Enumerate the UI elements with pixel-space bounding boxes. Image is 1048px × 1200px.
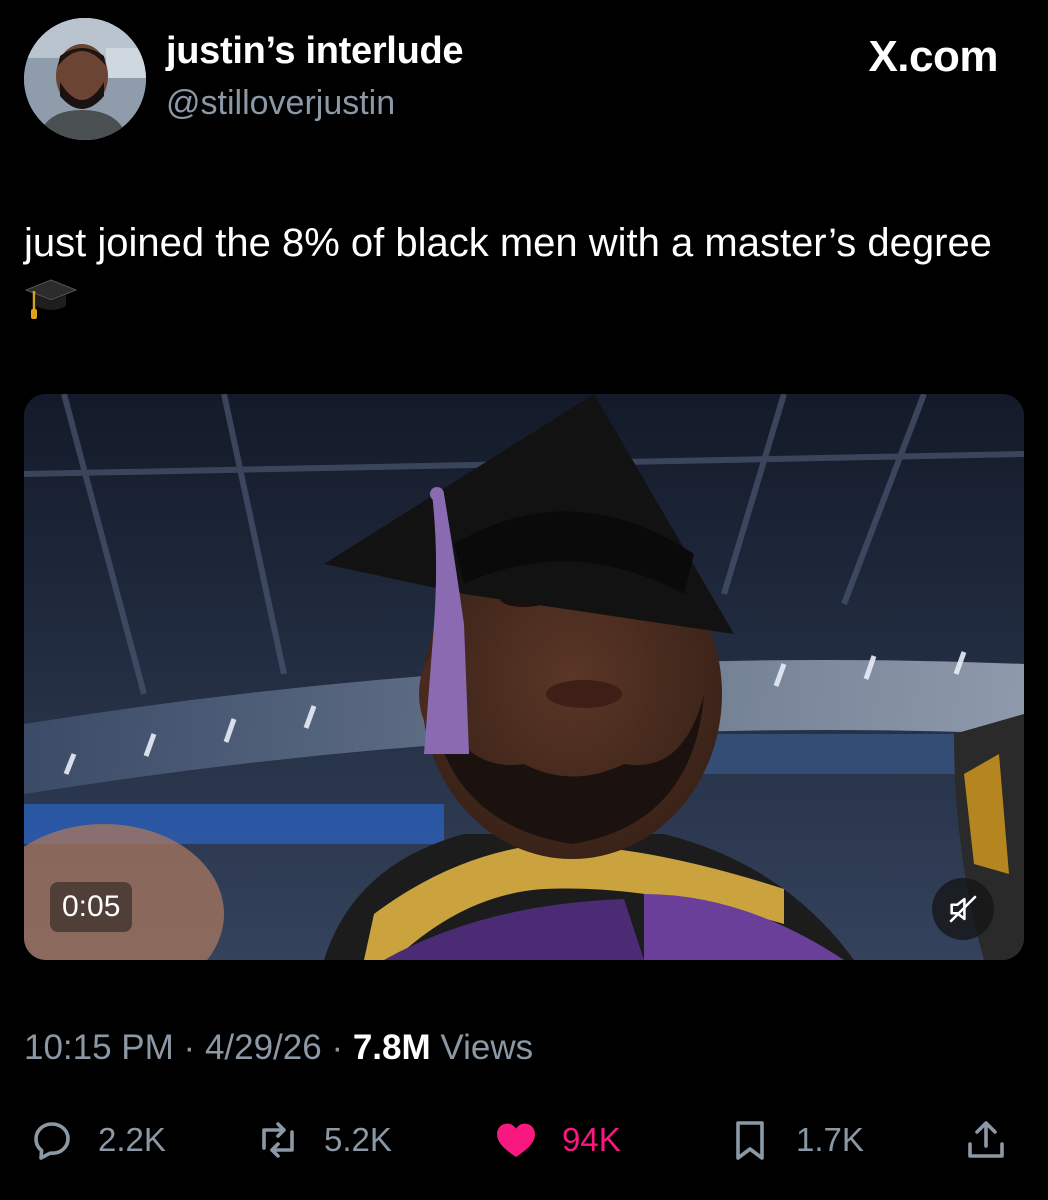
views-count: 7.8M [352,1028,431,1067]
tweet-time[interactable]: 10:15 PM [24,1028,174,1067]
repost-button[interactable]: 5.2K [254,1110,392,1170]
like-button[interactable]: 94K [492,1110,621,1170]
mute-button[interactable] [932,878,994,940]
meta-separator: · [331,1028,344,1067]
author-display-name[interactable]: justin’s interlude [166,30,464,73]
video-player[interactable]: 0:05 [24,394,1024,960]
repost-count: 5.2K [324,1121,392,1158]
tweet-card: justin’s interlude @stilloverjustin X.co… [0,0,1048,1200]
site-label: X.com [868,32,998,81]
tweet-meta: 10:15 PM · 4/29/26 · 7.8M Views [24,1028,533,1068]
tweet-date[interactable]: 4/29/26 [205,1028,322,1067]
bookmark-count: 1.7K [796,1121,864,1158]
like-count: 94K [562,1121,621,1158]
tweet-body: just joined the 8% of black men with a m… [24,221,992,265]
meta-separator: · [183,1028,196,1067]
reply-icon [34,1122,70,1160]
repost-icon [262,1122,294,1158]
tweet-text: just joined the 8% of black men with a m… [24,214,1024,330]
bookmark-icon [736,1121,764,1160]
share-icon [968,1121,1004,1158]
heart-filled-icon [497,1123,535,1157]
graduation-cap-icon [24,276,78,322]
video-frame [24,394,1024,960]
author-avatar[interactable] [24,18,146,140]
reply-count: 2.2K [98,1121,166,1158]
author-handle[interactable]: @stilloverjustin [166,84,395,123]
video-duration: 0:05 [50,882,133,932]
reply-button[interactable]: 2.2K [28,1110,166,1170]
action-bar: 2.2K 5.2K 94K 1.7K [0,1110,1048,1170]
views-label: Views [440,1028,534,1067]
speaker-muted-icon [949,895,977,923]
share-button[interactable] [962,1110,1010,1170]
bookmark-button[interactable]: 1.7K [726,1110,864,1170]
